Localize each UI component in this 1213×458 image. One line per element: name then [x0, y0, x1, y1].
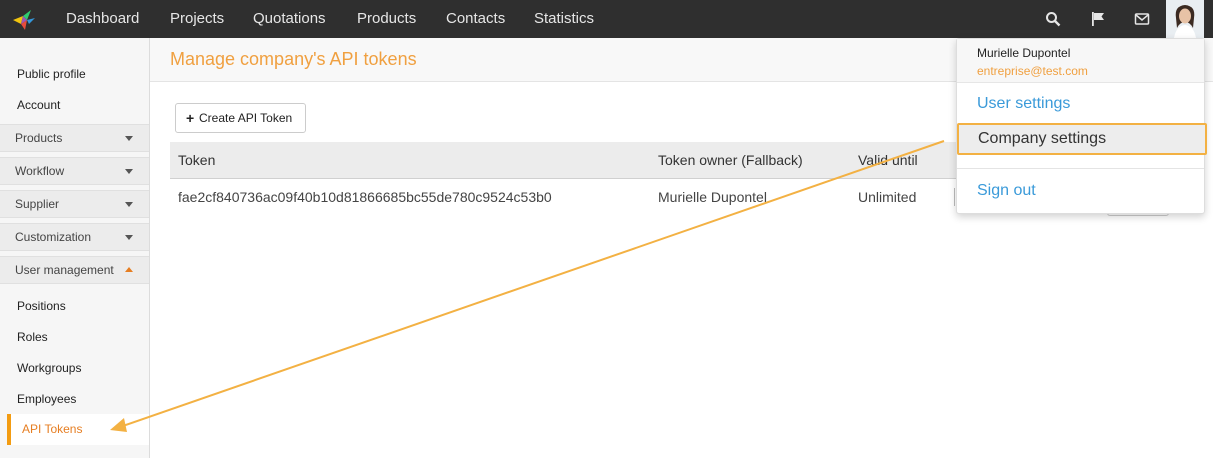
- create-button-label: Create API Token: [199, 111, 293, 125]
- column-header-valid-until: Valid until: [858, 152, 918, 168]
- sidebar-item-account[interactable]: Account: [17, 98, 60, 112]
- logo-icon[interactable]: [9, 4, 39, 34]
- user-dropdown-menu: Murielle Dupontel entreprise@test.com Us…: [956, 38, 1207, 214]
- sidebar-item-public-profile[interactable]: Public profile: [17, 67, 86, 81]
- sidebar-item-employees[interactable]: Employees: [17, 392, 76, 406]
- dropdown-user-name: Murielle Dupontel: [977, 46, 1071, 60]
- mail-icon[interactable]: [1134, 11, 1150, 27]
- table-header: Token Token owner (Fallback) Valid until: [170, 142, 970, 179]
- menu-item-sign-out[interactable]: Sign out: [977, 182, 1036, 200]
- token-cell: fae2cf840736ac09f40b10d81866685bc55de780…: [178, 189, 552, 205]
- sidebar-item-roles[interactable]: Roles: [17, 330, 48, 344]
- sidebar-section-label: Workflow: [15, 164, 65, 178]
- nav-projects[interactable]: Projects: [170, 0, 224, 38]
- menu-item-company-settings[interactable]: Company settings: [957, 123, 1207, 155]
- menu-divider: [957, 168, 1204, 169]
- sidebar-section-workflow[interactable]: Workflow: [0, 157, 149, 185]
- column-header-token: Token: [178, 152, 216, 168]
- nav-products[interactable]: Products: [357, 0, 416, 38]
- chevron-down-icon: [125, 235, 133, 240]
- nav-quotations[interactable]: Quotations: [253, 0, 326, 38]
- sidebar-item-positions[interactable]: Positions: [17, 299, 66, 313]
- sidebar-item-api-tokens[interactable]: API Tokens: [7, 414, 149, 445]
- sidebar-section-label: Customization: [15, 230, 92, 244]
- chevron-up-icon: [125, 267, 133, 272]
- chevron-down-icon: [125, 169, 133, 174]
- chevron-down-icon: [125, 136, 133, 141]
- nav-contacts[interactable]: Contacts: [446, 0, 505, 38]
- flag-icon[interactable]: [1090, 11, 1106, 27]
- owner-cell: Murielle Dupontel: [658, 189, 767, 205]
- top-navbar: Dashboard Projects Quotations Products C…: [0, 0, 1213, 38]
- menu-item-label: Company settings: [978, 130, 1107, 147]
- sidebar-section-customization[interactable]: Customization: [0, 223, 149, 251]
- menu-item-user-settings[interactable]: User settings: [977, 95, 1070, 113]
- valid-until-cell: Unlimited: [858, 189, 917, 205]
- page-title: Manage company's API tokens: [170, 49, 417, 69]
- chevron-down-icon: [125, 202, 133, 207]
- search-icon[interactable]: [1045, 11, 1061, 27]
- create-api-token-button[interactable]: + Create API Token: [175, 103, 306, 133]
- plus-icon: +: [186, 110, 195, 126]
- dropdown-user-info: Murielle Dupontel entreprise@test.com: [957, 39, 1204, 83]
- sidebar-section-products[interactable]: Products: [0, 124, 149, 152]
- sidebar-section-label: User management: [15, 263, 114, 277]
- column-header-owner: Token owner (Fallback): [658, 152, 803, 168]
- sidebar-section-label: Supplier: [15, 197, 60, 211]
- avatar[interactable]: [1166, 0, 1204, 38]
- sidebar-section-user-management[interactable]: User management: [0, 256, 149, 284]
- nav-dashboard[interactable]: Dashboard: [66, 0, 139, 38]
- sidebar-section-label: Products: [15, 131, 63, 145]
- sidebar-section-supplier[interactable]: Supplier: [0, 190, 149, 218]
- dropdown-user-email: entreprise@test.com: [977, 64, 1088, 78]
- sidebar-item-workgroups[interactable]: Workgroups: [17, 361, 81, 375]
- nav-statistics[interactable]: Statistics: [534, 0, 594, 38]
